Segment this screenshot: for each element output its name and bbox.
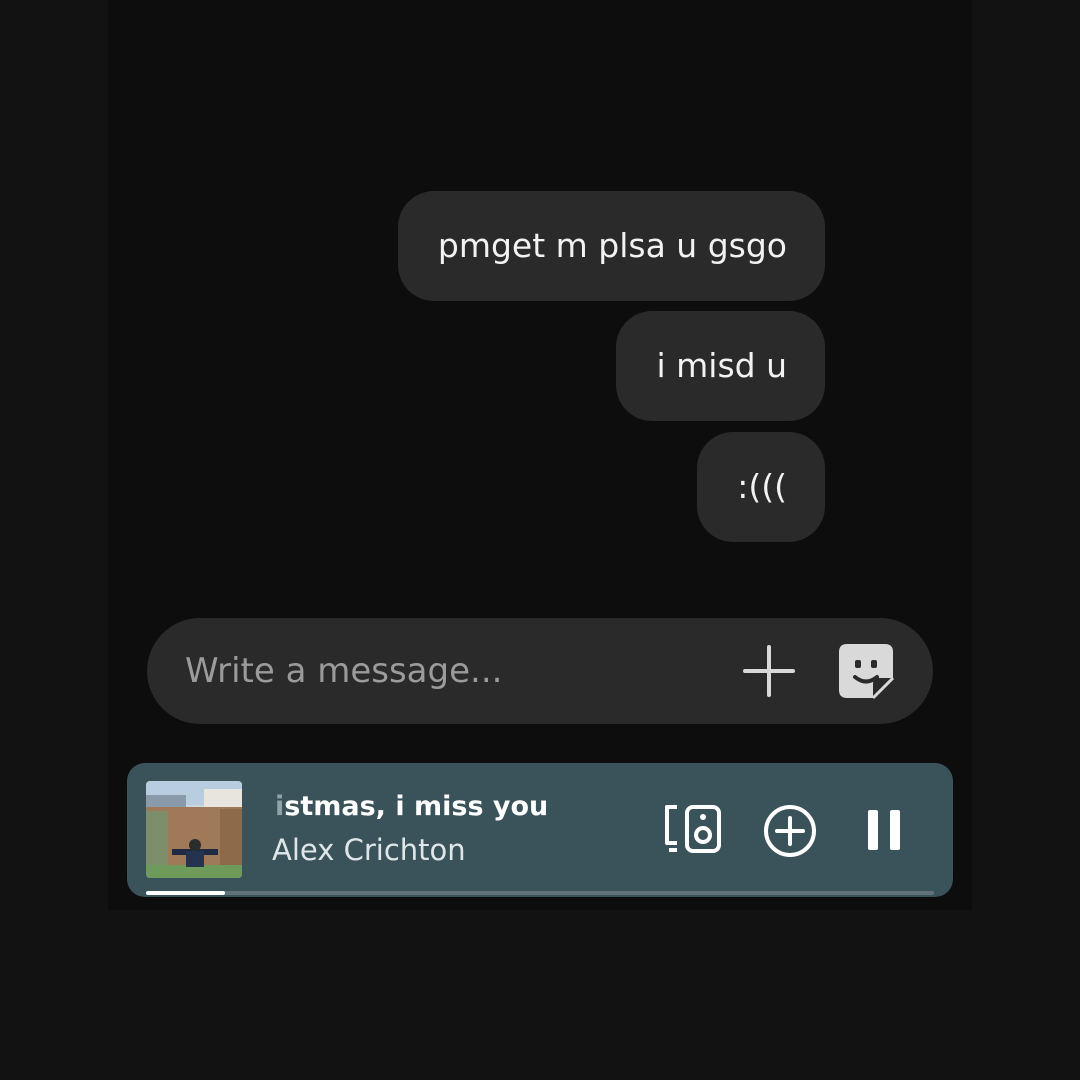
sticker-icon (839, 644, 895, 700)
add-to-library-button[interactable] (763, 804, 817, 862)
connect-device-button[interactable] (663, 803, 723, 859)
playback-progress[interactable] (146, 891, 934, 895)
add-circle-icon (764, 805, 816, 857)
add-attachment-button[interactable] (741, 643, 797, 699)
message-text: pmget m plsa u gsgo (437, 226, 787, 265)
message-input[interactable]: Write a message... (185, 618, 705, 724)
message-text: i misd u (656, 346, 787, 385)
playback-progress-fill (146, 891, 225, 895)
track-title-faded: i (275, 791, 285, 822)
track-title-text: stmas, i miss you (284, 791, 549, 822)
message-bubble[interactable]: i misd u (616, 311, 825, 421)
now-playing-bar[interactable]: istmas, i miss you Alex Crichton (127, 763, 953, 897)
devices-icon (665, 805, 721, 853)
track-title[interactable]: istmas, i miss you (275, 791, 548, 822)
pause-button[interactable] (865, 807, 905, 857)
album-art[interactable] (146, 781, 242, 878)
plus-icon (743, 645, 795, 697)
sticker-button[interactable] (837, 642, 895, 700)
message-bubble[interactable]: pmget m plsa u gsgo (397, 191, 825, 301)
pause-icon (868, 810, 900, 850)
message-text: :((( (737, 467, 787, 506)
track-artist[interactable]: Alex Crichton (272, 833, 466, 867)
message-composer: Write a message... (147, 618, 933, 724)
message-bubble[interactable]: :((( (697, 432, 825, 542)
